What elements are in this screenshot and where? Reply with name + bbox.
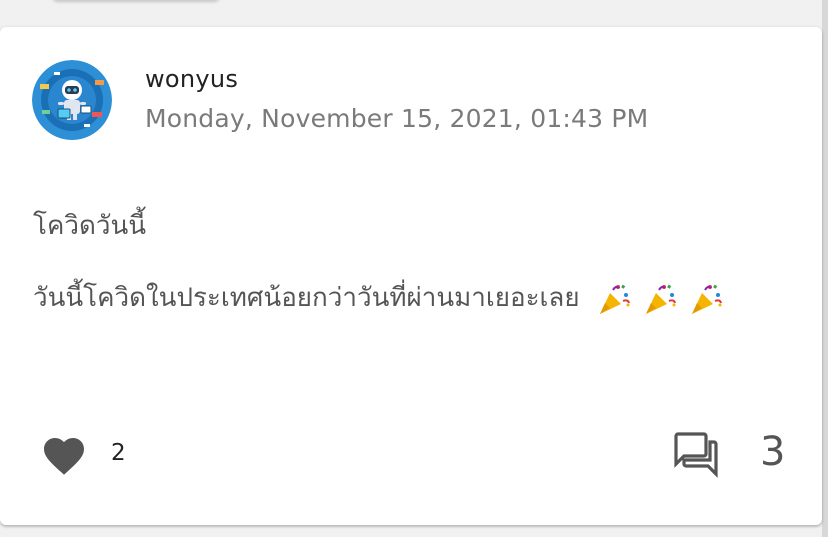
post-card: wonyus Monday, November 15, 2021, 01:43 … xyxy=(0,27,822,525)
post-timestamp: Monday, November 15, 2021, 01:43 PM xyxy=(145,104,649,133)
comment-count: 3 xyxy=(760,429,786,475)
party-popper-icon xyxy=(646,284,677,314)
emoji-group xyxy=(596,281,727,317)
robot-avatar-icon xyxy=(32,60,112,140)
author-name[interactable]: wonyus xyxy=(145,65,238,93)
post-title: โควิดวันนี้ xyxy=(33,211,146,241)
scrollbar-track[interactable] xyxy=(822,0,828,537)
party-popper-icon xyxy=(692,284,723,314)
like-button[interactable] xyxy=(40,432,90,476)
top-strip xyxy=(0,0,828,26)
like-count: 2 xyxy=(111,440,126,466)
post-body-text: วันนี้โควิดในประเทศน้อยกว่าวันที่ผ่านมาเ… xyxy=(33,283,580,313)
avatar[interactable] xyxy=(32,60,112,140)
post-body: วันนี้โควิดในประเทศน้อยกว่าวันที่ผ่านมาเ… xyxy=(33,277,726,318)
party-popper-icon xyxy=(599,284,630,314)
forum-icon xyxy=(674,432,718,478)
heart-icon xyxy=(44,438,84,475)
comment-button[interactable] xyxy=(672,430,722,478)
